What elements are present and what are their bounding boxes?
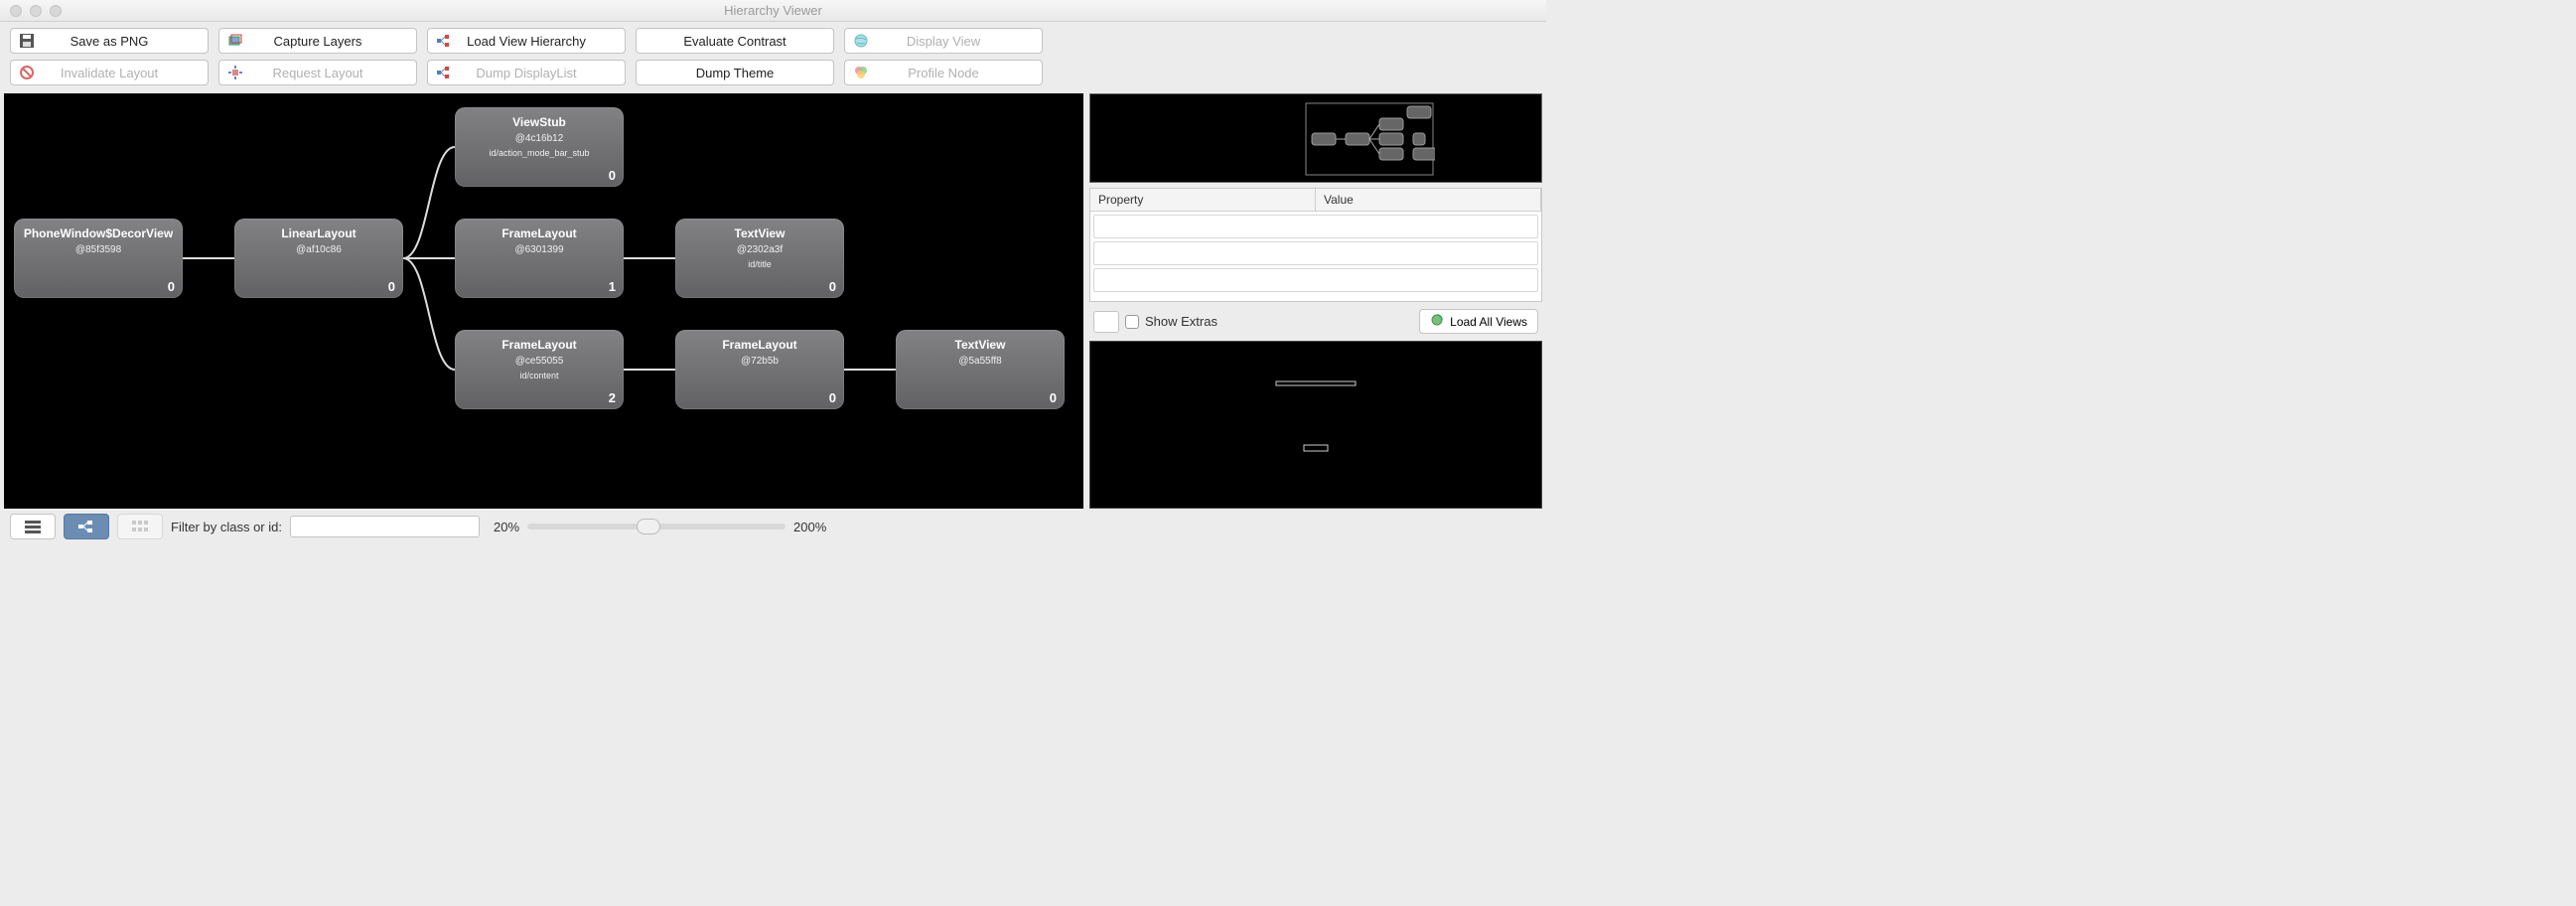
request-layout-button-label: Request Layout [219, 66, 416, 80]
property-column-header[interactable]: Property [1090, 189, 1316, 211]
property-row[interactable] [1093, 241, 1538, 265]
node-child-count: 2 [609, 390, 616, 405]
load-view-hierarchy-button-label: Load View Hierarchy [428, 34, 625, 49]
tree-node[interactable]: LinearLayout @af10c86 0 [234, 219, 403, 298]
node-hash: @4c16b12 [515, 133, 564, 144]
save-as-png-button-label: Save as PNG [11, 34, 208, 49]
overview-minimap[interactable] [1089, 93, 1542, 183]
node-child-count: 0 [829, 279, 836, 294]
block-icon [19, 65, 35, 80]
dump-theme-button-label: Dump Theme [637, 66, 833, 80]
invalidate-layout-button: Invalidate Layout [10, 60, 209, 85]
zoom-max-label: 200% [793, 520, 826, 534]
node-child-count: 0 [829, 390, 836, 405]
property-table: Property Value [1089, 188, 1542, 302]
background-color-swatch[interactable] [1093, 311, 1119, 333]
node-hash: @72b5b [741, 356, 779, 367]
toolbar: Save as PNG Capture Layers Load View Hiera… [0, 22, 1546, 93]
value-column-header[interactable]: Value [1316, 189, 1541, 211]
node-hash: @af10c86 [296, 244, 342, 255]
profile-node-button: Profile Node [844, 60, 1043, 85]
save-as-png-button[interactable]: Save as PNG [10, 28, 209, 54]
tree-node[interactable]: FrameLayout @72b5b 0 [675, 330, 844, 409]
property-row[interactable] [1093, 215, 1538, 238]
node-hash: @6301399 [514, 244, 563, 255]
node-resource-id: id/action_mode_bar_stub [489, 148, 589, 158]
profile-node-button-label: Profile Node [845, 66, 1042, 80]
tree-view-canvas[interactable]: PhoneWindow$DecorView@85f35980LinearLayo… [4, 93, 1083, 509]
node-class-name: FrameLayout [501, 226, 576, 240]
node-hash: @2302a3f [737, 244, 783, 255]
tree-node[interactable]: PhoneWindow$DecorView @85f3598 0 [14, 219, 183, 298]
request-layout-button: Request Layout [218, 60, 417, 85]
colors-icon [853, 65, 869, 80]
node-child-count: 0 [168, 279, 175, 294]
tree-node[interactable]: ViewStub @4c16b12 id/action_mode_bar_stub 0 [455, 107, 624, 187]
globe-reload-icon [1430, 313, 1444, 330]
node-class-name: TextView [735, 226, 786, 240]
invalidate-layout-button-label: Invalidate Layout [11, 66, 208, 80]
no-icon [644, 65, 660, 80]
tree-node[interactable]: FrameLayout @6301399 1 [455, 219, 624, 298]
property-row[interactable] [1093, 268, 1538, 292]
dump-displaylist-button-label: Dump DisplayList [428, 66, 625, 80]
globe-icon [853, 33, 869, 49]
view-mode-grid-button[interactable] [117, 514, 163, 539]
evaluate-contrast-button[interactable]: Evaluate Contrast [636, 28, 834, 54]
node-child-count: 0 [1050, 390, 1057, 405]
capture-layers-button-label: Capture Layers [219, 34, 416, 49]
view-mode-tree-button[interactable] [64, 514, 109, 539]
node-resource-id: id/title [748, 259, 772, 269]
load-all-views-label: Load All Views [1450, 315, 1527, 329]
node-child-count: 1 [609, 279, 616, 294]
tree-node[interactable]: FrameLayout @ce55055 id/content 2 [455, 330, 624, 409]
view-mode-list-button[interactable] [10, 514, 56, 539]
node-resource-id: id/content [519, 371, 558, 380]
layers-icon [227, 33, 243, 49]
node-class-name: PhoneWindow$DecorView [24, 226, 173, 240]
node-hash: @5a55ff8 [958, 356, 1001, 367]
display-view-button-label: Display View [845, 34, 1042, 49]
node-hash: @ce55055 [515, 356, 564, 367]
bottom-bar: Filter by class or id: 20% 200% [0, 509, 1546, 544]
layout-preview[interactable] [1089, 341, 1542, 509]
node-class-name: ViewStub [512, 115, 566, 129]
dump-theme-button[interactable]: Dump Theme [636, 60, 834, 85]
dump-displaylist-button: Dump DisplayList [427, 60, 626, 85]
node-hash: @85f3598 [75, 244, 121, 255]
node-child-count: 0 [609, 168, 616, 183]
floppy-icon [19, 33, 35, 49]
zoom-slider-thumb[interactable] [637, 519, 660, 534]
node-class-name: LinearLayout [281, 226, 356, 240]
zoom-min-label: 20% [494, 520, 519, 534]
tree-icon [436, 33, 452, 49]
load-view-hierarchy-button[interactable]: Load View Hierarchy [427, 28, 626, 54]
window-title: Hierarchy Viewer [0, 3, 1546, 18]
filter-input[interactable] [290, 516, 480, 537]
evaluate-contrast-button-label: Evaluate Contrast [637, 34, 833, 49]
display-view-button: Display View [844, 28, 1043, 54]
zoom-slider[interactable] [527, 524, 786, 529]
node-class-name: TextView [955, 338, 1006, 352]
node-child-count: 0 [388, 279, 395, 294]
tree-node[interactable]: TextView @5a55ff8 0 [896, 330, 1065, 409]
load-all-views-button[interactable]: Load All Views [1419, 309, 1538, 334]
node-class-name: FrameLayout [722, 338, 796, 352]
tree-node[interactable]: TextView @2302a3f id/title 0 [675, 219, 844, 298]
filter-label: Filter by class or id: [171, 520, 282, 534]
tree-icon [436, 65, 452, 80]
no-icon [644, 33, 660, 49]
target-icon [227, 65, 243, 80]
show-extras-label: Show Extras [1145, 314, 1217, 329]
node-class-name: FrameLayout [501, 338, 576, 352]
show-extras-checkbox[interactable] [1125, 315, 1139, 329]
capture-layers-button[interactable]: Capture Layers [218, 28, 417, 54]
titlebar: Hierarchy Viewer [0, 0, 1546, 22]
